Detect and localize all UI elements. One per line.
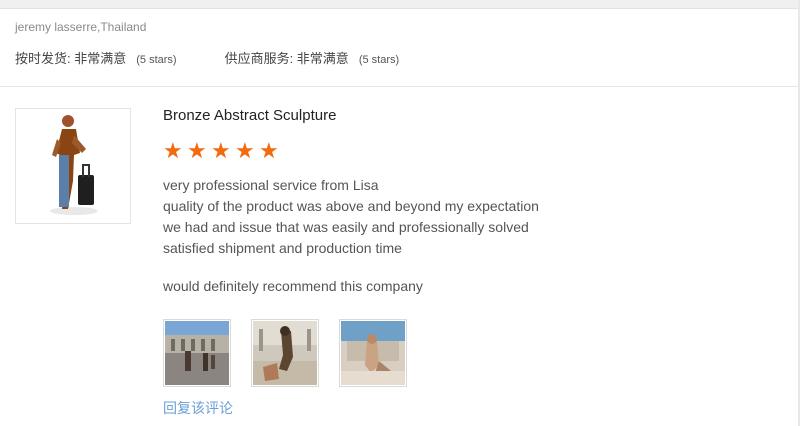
rating-service-label: 供应商服务: 非常满意 [224,51,349,66]
review-photo-3[interactable] [339,319,407,387]
star-icon: ★ [211,138,231,163]
review-comment: very professional service from Lisa qual… [163,175,539,259]
rating-stars: ★ ★ ★ ★ ★ [163,138,283,163]
product-thumbnail[interactable] [15,108,131,224]
rating-delivery-label: 按时发货: 非常满意 [15,51,127,66]
comment-line: satisfied shipment and production time [163,240,402,256]
review-photo-1[interactable] [163,319,231,387]
star-icon: ★ [187,138,207,163]
comment-line: very professional service from Lisa [163,177,379,193]
reply-link[interactable]: 回复该评论 [163,398,233,418]
review-photo-2[interactable] [251,319,319,387]
star-icon: ★ [259,138,279,163]
star-icon: ★ [163,138,183,163]
supplier-ratings: 按时发货: 非常满意 (5 stars) 供应商服务: 非常满意 (5 star… [15,48,399,67]
rating-delivery-stars: (5 stars) [136,54,177,66]
rating-service-stars: (5 stars) [358,54,400,66]
rating-delivery: 按时发货: 非常满意 (5 stars) [15,48,177,67]
comment-line: quality of the product was above and bey… [163,198,539,214]
review-photos [163,319,427,387]
reviewer-name: jeremy lasserre,Thailand [15,20,147,34]
star-icon: ★ [235,138,255,163]
divider [0,86,798,87]
top-bar [0,0,800,9]
rating-service: 供应商服务: 非常满意 (5 stars) [225,48,400,67]
product-title[interactable]: Bronze Abstract Sculpture [163,107,336,124]
review-recommendation: would definitely recommend this company [163,278,423,294]
comment-line: we had and issue that was easily and pro… [163,219,529,235]
